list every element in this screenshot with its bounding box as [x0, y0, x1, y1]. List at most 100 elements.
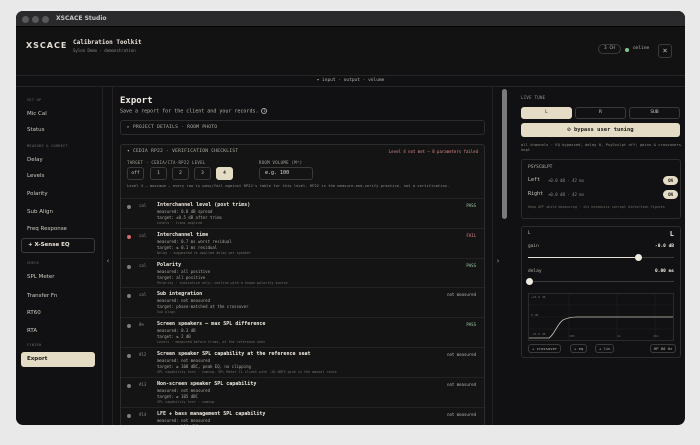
status-text: online — [633, 46, 650, 51]
psysculpt-right-toggle[interactable]: ON — [663, 190, 678, 199]
sidebar-item-export[interactable]: Export — [21, 352, 95, 367]
editor-channel-badge: L — [669, 230, 674, 238]
item-target: target: ≤ 2 dB — [157, 334, 191, 339]
target-level-label: TARGET · CEDIA/CTA-RP22 LEVEL — [127, 160, 206, 165]
item-title: Sub integration — [157, 291, 203, 297]
sidebar-item-freq-response[interactable]: Freq Response — [27, 226, 67, 232]
checklist-item[interactable]: cal Sub integration not measured measured: … — [121, 287, 484, 316]
bypass-note: all channels · EQ bypassed, delay 0, Psy… — [521, 142, 682, 152]
sidebar-item-sub-align[interactable]: Sub Align — [27, 209, 53, 215]
zoom-window-button[interactable] — [42, 16, 49, 23]
status-dot — [127, 414, 131, 418]
page-lead: Save a report for the client and your re… — [120, 108, 268, 115]
item-title: Non-screen speaker SPL capability — [157, 381, 257, 387]
close-window-button[interactable] — [22, 16, 29, 23]
channel-tab-sub[interactable]: SUB — [629, 107, 680, 119]
channel-tab-l[interactable]: L — [521, 107, 572, 119]
right-collapse-column[interactable]: › — [492, 87, 502, 425]
checklist-description: Level 4 — maximum — every row is pass/fa… — [127, 183, 450, 188]
graph-label-x2: 1k — [617, 334, 621, 338]
chevron-left-icon[interactable]: ‹ — [103, 257, 113, 265]
sidebar-item-spl-meter[interactable]: SPL Meter — [27, 274, 55, 280]
item-measured: measured: not measured — [157, 298, 210, 303]
bypass-button[interactable]: ⊘ bypass user tuning — [521, 123, 680, 137]
gain-slider-knob[interactable] — [634, 254, 642, 261]
close-icon[interactable]: × — [658, 44, 672, 58]
sidebar-section-measure-correct: MEASURE & CORRECT — [27, 144, 68, 148]
item-status: FAIL — [466, 233, 476, 238]
sidebar-section-check: CHECK — [27, 261, 40, 265]
app-subtitle: Sylon Demo · demonstration — [73, 48, 136, 53]
sidebar-item-rt60[interactable]: RT60 — [27, 310, 41, 316]
sidebar-item-transfer-fn[interactable]: Transfer Fn — [27, 293, 58, 299]
sidebar: SET UP Mic Cal Status MEASURE & CORRECT Dela… — [16, 87, 103, 425]
gain-slider-fill — [528, 257, 638, 258]
level-option-1[interactable]: 1 — [150, 167, 167, 180]
add-lin-button[interactable]: + lin — [595, 344, 615, 353]
item-status: not measured — [447, 382, 476, 387]
add-eq-button[interactable]: + eq — [570, 344, 588, 353]
item-target: target: ≤ 0.1 ms residual — [157, 245, 218, 250]
psysculpt-left-toggle[interactable]: ON — [663, 176, 678, 185]
channel-editor: L L gain -0.0 dB delay 0.00 ms +24.0 dB … — [521, 226, 681, 358]
graph-label-bottom: -24.0 dB — [531, 332, 546, 336]
gain-slider[interactable] — [528, 254, 674, 261]
main-scrollbar[interactable] — [502, 89, 507, 219]
sidebar-section-finish: FINISH — [27, 343, 42, 347]
graph-label-x3: 10k — [653, 334, 659, 338]
page-lead-text: Save a report for the client and your re… — [120, 108, 259, 115]
sidebar-item-x-sense-eq[interactable]: + X-Sense EQ — [21, 238, 95, 253]
item-note: Sub Align — [157, 310, 176, 314]
project-details-section[interactable]: ▸ PROJECT DETAILS · ROOM PHOTO — [120, 120, 485, 135]
item-target: target: ≥ 105 dBC — [157, 394, 198, 399]
item-status: not measured — [447, 292, 476, 297]
sidebar-item-rta[interactable]: RTA — [27, 328, 37, 334]
checklist-item[interactable]: 8% Screen speakers — max SPL difference PA… — [121, 317, 484, 346]
add-crossover-button[interactable]: + crossover — [528, 344, 562, 353]
item-measured: measured: 0.7 ms worst residual — [157, 239, 232, 244]
level-option-4[interactable]: 4 — [216, 167, 233, 180]
item-measured: measured: not measured — [157, 418, 210, 423]
status-dot — [127, 294, 131, 298]
checklist-item[interactable]: cal Interchannel time FAIL measured: 0.7 ms… — [121, 228, 484, 257]
left-collapse-column[interactable]: ‹ — [103, 87, 113, 425]
item-measured: measured: not measured — [157, 358, 210, 363]
item-target: target: ±0.5 dB after trims — [157, 215, 223, 220]
highpass-button[interactable]: HP 80 Hz — [650, 344, 677, 353]
minimize-window-button[interactable] — [32, 16, 39, 23]
item-note: Delay · suggested vs applied delay per s… — [157, 251, 251, 255]
item-code: cal — [139, 263, 147, 268]
eq-response-graph[interactable]: +24.0 dB 0 dB -24.0 dB 100 1k 10k — [528, 293, 674, 341]
checklist-item[interactable]: cal Polarity PASS measured: all positive tar… — [121, 258, 484, 287]
item-status: PASS — [466, 203, 476, 208]
psysculpt-left-value: +0.0 dB · 42 ms — [548, 178, 585, 183]
checklist-item[interactable]: #13 Non-screen speaker SPL capability not … — [121, 377, 484, 406]
item-code: #12 — [139, 352, 147, 357]
checklist-header[interactable]: ▾ CEDIA RP22 · VERIFICATION CHECKLIST — [127, 149, 238, 154]
delay-slider-knob[interactable] — [526, 278, 533, 285]
item-status: not measured — [447, 412, 476, 417]
item-status: PASS — [466, 263, 476, 268]
sidebar-item-polarity[interactable]: Polarity — [27, 191, 48, 197]
sidebar-item-levels[interactable]: Levels — [27, 173, 44, 179]
checklist-item[interactable]: #14 LFE + bass management SPL capability n… — [121, 407, 484, 425]
level-option-3[interactable]: 3 — [194, 167, 211, 180]
level-option-off[interactable]: off — [127, 167, 144, 180]
sidebar-item-mic-cal[interactable]: Mic Cal — [27, 111, 47, 117]
delay-slider[interactable] — [526, 278, 674, 285]
checklist-item[interactable]: cal Interchannel level (post trims) PASS me… — [121, 198, 484, 227]
sidebar-item-status[interactable]: Status — [27, 127, 45, 133]
app-window: XSCACE Studio XSCACE Calibration Toolkit… — [16, 11, 685, 425]
channel-tab-r[interactable]: R — [575, 107, 626, 119]
level-option-2[interactable]: 2 — [172, 167, 189, 180]
sidebar-item-delay[interactable]: Delay — [27, 157, 43, 163]
item-measured: measured: 0.8 dB spread — [157, 209, 213, 214]
item-note: Levels · trims applied — [157, 221, 202, 225]
channel-count-pill: 3 CH — [598, 44, 621, 54]
info-icon[interactable]: i — [261, 108, 268, 114]
checklist-item[interactable]: #12 Screen speaker SPL capability at the … — [121, 347, 484, 376]
breadcrumb[interactable]: ▾ input · output · volume — [16, 76, 685, 87]
chevron-right-icon[interactable]: › — [493, 257, 503, 265]
status-dot — [625, 48, 629, 52]
room-volume-input[interactable]: e.g. 100 — [259, 167, 313, 180]
